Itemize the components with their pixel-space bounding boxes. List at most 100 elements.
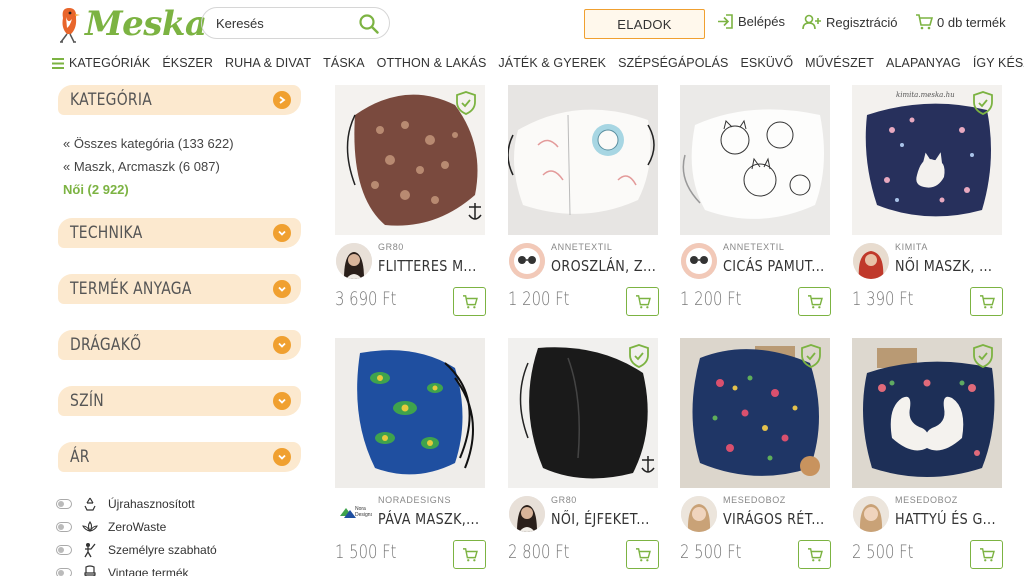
filter-dragako[interactable]: DRÁGAKŐ: [58, 327, 303, 363]
seller-name[interactable]: ANNETEXTIL: [723, 242, 785, 252]
meska-logo[interactable]: Meska: [55, 2, 207, 46]
seller-avatar[interactable]: Nora Designs: [336, 496, 372, 532]
seller-name[interactable]: GR80: [378, 242, 404, 252]
toggle-switch[interactable]: [56, 544, 72, 555]
category-link-noi[interactable]: Női (2 922): [63, 178, 303, 201]
product-title[interactable]: CICÁS PAMUT...: [723, 257, 842, 275]
product-card[interactable]: MESEDOBOZ VIRÁGOS RÉT... 2 500 Ft: [680, 338, 832, 570]
login-link[interactable]: Belépés: [717, 14, 785, 29]
add-to-cart-button[interactable]: [453, 287, 486, 316]
toggle-row: Újrahasznosított: [56, 492, 217, 515]
category-nav: KATEGÓRIÁK ÉKSZER RUHA & DIVAT TÁSKA OTT…: [52, 54, 1024, 72]
nav-item-alapanyag[interactable]: ALAPANYAG: [886, 56, 961, 70]
product-image[interactable]: [335, 338, 485, 488]
nav-item-otthon-lakas[interactable]: OTTHON & LAKÁS: [377, 56, 487, 70]
toggle-switch[interactable]: [56, 567, 72, 576]
seller-avatar[interactable]: [681, 243, 717, 279]
cart-icon: [635, 547, 651, 561]
nav-item-eskuvo[interactable]: ESKÜVŐ: [740, 56, 793, 70]
product-title[interactable]: NŐI MASZK, ...: [895, 257, 1014, 275]
shield-icon: [456, 91, 476, 115]
product-title[interactable]: NŐI, ÉJFEKET...: [551, 510, 670, 528]
filter-szin[interactable]: SZÍN: [58, 383, 303, 419]
toggle-row: Személyre szabható: [56, 538, 217, 561]
nav-item-muveszet[interactable]: MŰVÉSZET: [805, 56, 874, 70]
filter-kategoria[interactable]: KATEGÓRIA: [58, 82, 303, 118]
seller-avatar[interactable]: [681, 496, 717, 532]
add-user-icon: [802, 14, 821, 30]
product-price: 2 800 Ft: [508, 541, 570, 563]
chevron-right-icon: [273, 91, 291, 109]
product-image[interactable]: [335, 85, 485, 235]
product-title[interactable]: PÁVA MASZK,...: [378, 510, 497, 528]
nav-item-igy-keszult[interactable]: ÍGY KÉSZÜLT: [973, 56, 1024, 70]
product-price: 2 500 Ft: [852, 541, 914, 563]
add-to-cart-button[interactable]: [626, 540, 659, 569]
nav-item-ekszer[interactable]: ÉKSZER: [162, 56, 213, 70]
seller-name[interactable]: GR80: [551, 495, 577, 505]
product-price: 1 200 Ft: [680, 288, 742, 310]
search-icon[interactable]: [359, 14, 379, 34]
nav-categories[interactable]: KATEGÓRIÁK: [69, 56, 150, 70]
add-to-cart-button[interactable]: [970, 287, 1003, 316]
product-card[interactable]: MESEDOBOZ HATTYÚ ÉS G... 2 500 Ft: [852, 338, 1004, 570]
toggle-row: Vintage termék: [56, 561, 217, 576]
shield-icon: [629, 344, 649, 368]
product-price: 1 390 Ft: [852, 288, 914, 310]
filter-ar[interactable]: ÁR: [58, 439, 303, 475]
person-brush-icon: [82, 542, 98, 558]
seller-name[interactable]: NORADESIGNS: [378, 495, 451, 505]
product-image[interactable]: kimita.meska.hu: [852, 85, 1002, 235]
nav-item-taska[interactable]: TÁSKA: [323, 56, 365, 70]
seller-avatar[interactable]: [336, 243, 372, 279]
add-to-cart-button[interactable]: [453, 540, 486, 569]
product-title[interactable]: FLITTERES M...: [378, 257, 497, 275]
hamburger-icon[interactable]: [52, 57, 64, 69]
add-to-cart-button[interactable]: [798, 287, 831, 316]
nav-item-szepsegapolas[interactable]: SZÉPSÉGÁPOLÁS: [618, 56, 728, 70]
filter-technika[interactable]: TECHNIKA: [58, 215, 303, 251]
product-image[interactable]: [508, 85, 658, 235]
sell-button[interactable]: ELADOK: [584, 9, 705, 39]
add-to-cart-button[interactable]: [798, 540, 831, 569]
filter-label: KATEGÓRIA: [70, 90, 152, 110]
product-image[interactable]: [852, 338, 1002, 488]
product-image[interactable]: [680, 85, 830, 235]
product-card[interactable]: kimita.meska.hu KIMITA NŐI MASZK, ... 1 …: [852, 85, 1004, 317]
product-title[interactable]: OROSZLÁN, Z...: [551, 257, 670, 275]
filter-termek-anyaga[interactable]: TERMÉK ANYAGA: [58, 271, 303, 307]
product-card[interactable]: ANNETEXTIL OROSZLÁN, Z... 1 200 Ft: [508, 85, 660, 317]
product-card[interactable]: GR80 FLITTERES M... 3 690 Ft: [335, 85, 487, 317]
recycle-icon: [82, 496, 98, 512]
category-link-all[interactable]: « Összes kategória (133 622): [63, 132, 303, 155]
seller-avatar[interactable]: [853, 496, 889, 532]
cart-label: 0 db termék: [937, 14, 1006, 30]
product-card[interactable]: GR80 NŐI, ÉJFEKET... 2 800 Ft: [508, 338, 660, 570]
chevron-down-icon: [273, 224, 291, 242]
add-to-cart-button[interactable]: [626, 287, 659, 316]
seller-avatar[interactable]: [509, 243, 545, 279]
toggle-switch[interactable]: [56, 498, 72, 509]
product-card[interactable]: Nora Designs NORADESIGNS PÁVA MASZK,... …: [335, 338, 487, 570]
nav-item-ruha-divat[interactable]: RUHA & DIVAT: [225, 56, 311, 70]
seller-name[interactable]: ANNETEXTIL: [551, 242, 613, 252]
product-card[interactable]: ANNETEXTIL CICÁS PAMUT... 1 200 Ft: [680, 85, 832, 317]
product-image[interactable]: [680, 338, 830, 488]
register-link[interactable]: Regisztráció: [802, 14, 898, 30]
product-title[interactable]: HATTYÚ ÉS G...: [895, 510, 1014, 528]
seller-avatar[interactable]: [509, 496, 545, 532]
nav-item-jatek-gyerek[interactable]: JÁTÉK & GYEREK: [498, 56, 606, 70]
category-link-maszk[interactable]: « Maszk, Arcmaszk (6 087): [63, 155, 303, 178]
logo-text: Meska: [85, 4, 207, 44]
seller-avatar[interactable]: [853, 243, 889, 279]
search-input[interactable]: [216, 15, 356, 31]
add-to-cart-button[interactable]: [970, 540, 1003, 569]
seller-name[interactable]: MESEDOBOZ: [895, 495, 958, 505]
product-title[interactable]: VIRÁGOS RÉT...: [723, 510, 842, 528]
cart-link[interactable]: 0 db termék: [915, 14, 1006, 30]
seller-name[interactable]: MESEDOBOZ: [723, 495, 786, 505]
toggle-switch[interactable]: [56, 521, 72, 532]
product-image[interactable]: [508, 338, 658, 488]
bird-logo-icon: [60, 8, 80, 43]
seller-name[interactable]: KIMITA: [895, 242, 928, 252]
